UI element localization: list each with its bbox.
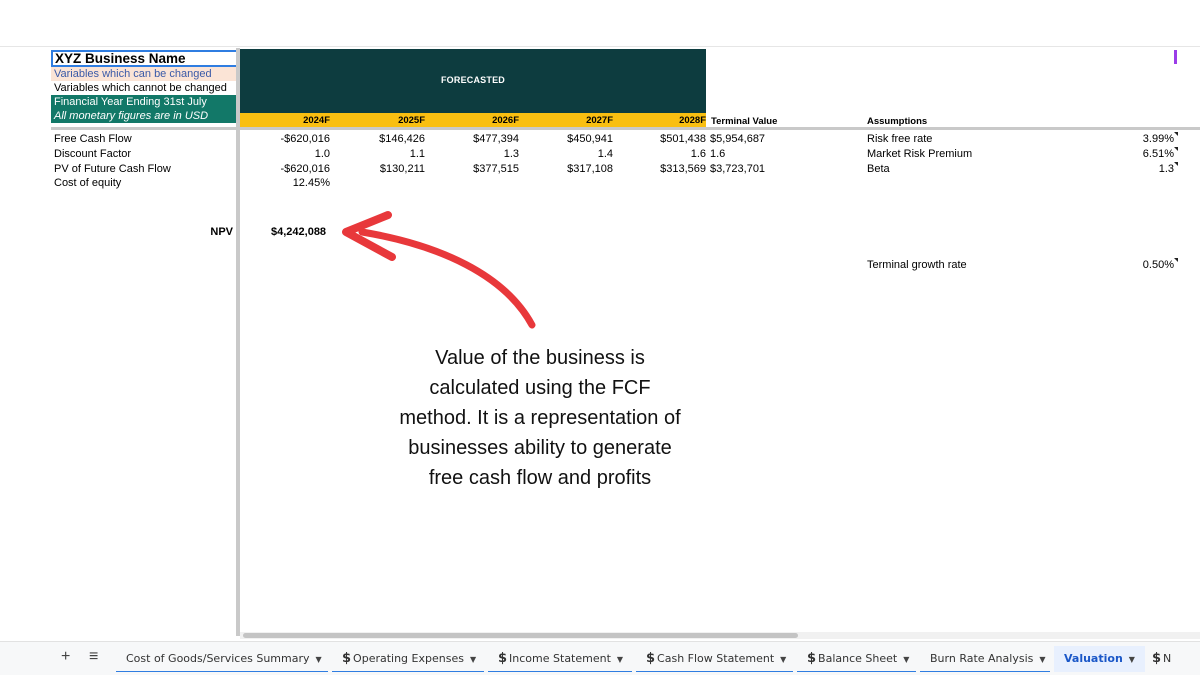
assumption-label[interactable]: Beta: [867, 163, 890, 176]
fcf-value[interactable]: $450,941: [523, 133, 613, 146]
tab-color-underline: [332, 671, 484, 672]
pv-value[interactable]: $313,569: [616, 163, 706, 176]
legend-block: XYZ Business Name Variables which can be…: [51, 50, 239, 123]
caret-down-icon: ▼: [469, 655, 477, 664]
year-header[interactable]: 2028F: [626, 114, 706, 127]
fcf-value[interactable]: $146,426: [335, 133, 425, 146]
cost-of-equity-value[interactable]: 12.45%: [240, 177, 330, 190]
collaborator-cursor: [1174, 50, 1177, 64]
npv-label[interactable]: NPV: [140, 226, 233, 239]
dollar-icon: $: [498, 651, 508, 666]
tab-cost-of-goods[interactable]: Cost of Goods/Services Summary ▼: [116, 646, 332, 672]
assumption-value[interactable]: 1.3: [1090, 163, 1174, 176]
assumption-label[interactable]: Terminal growth rate: [867, 259, 967, 272]
tab-label: Cost of Goods/Services Summary: [126, 652, 310, 665]
caret-down-icon: ▼: [780, 655, 787, 664]
caret-down-icon: ▼: [315, 655, 322, 664]
frozen-row-divider[interactable]: [51, 127, 1200, 130]
comment-marker: [1174, 258, 1178, 262]
discount-value[interactable]: 1.1: [335, 148, 425, 161]
dollar-icon: $: [1152, 651, 1162, 666]
legend-currency[interactable]: All monetary figures are in USD: [51, 109, 239, 123]
discount-value[interactable]: 1.0: [240, 148, 330, 161]
tab-label: Operating Expenses: [353, 652, 464, 665]
tab-burn-rate-analysis[interactable]: Burn Rate Analysis ▼: [920, 646, 1056, 672]
row-label-cost-of-equity[interactable]: Cost of equity: [54, 177, 121, 190]
tab-label: N: [1163, 652, 1172, 665]
pv-terminal[interactable]: $3,723,701: [710, 163, 765, 176]
caret-down-icon: ▼: [903, 655, 910, 664]
horizontal-scroll-thumb[interactable]: [243, 633, 798, 638]
discount-terminal[interactable]: 1.6: [710, 148, 725, 161]
tab-color-underline: [636, 671, 793, 672]
year-header[interactable]: 2027F: [533, 114, 613, 127]
year-header[interactable]: 2025F: [345, 114, 425, 127]
fcf-value[interactable]: $501,438: [616, 133, 706, 146]
dollar-icon: $: [342, 651, 352, 666]
pv-value[interactable]: $377,515: [429, 163, 519, 176]
assumption-value[interactable]: 0.50%: [1090, 259, 1174, 272]
row-label-pv[interactable]: PV of Future Cash Flow: [54, 163, 171, 176]
add-sheet-button[interactable]: +: [61, 648, 70, 666]
dollar-icon: $: [646, 651, 656, 666]
dollar-icon: $: [807, 651, 817, 666]
row-label-discount[interactable]: Discount Factor: [54, 148, 131, 161]
caret-down-icon: ▼: [1039, 655, 1046, 664]
terminal-value-header[interactable]: Terminal Value: [711, 115, 777, 128]
legend-changeable[interactable]: Variables which can be changed: [51, 67, 239, 81]
tab-label: Cash Flow Statement: [657, 652, 775, 665]
tab-cash-flow-statement[interactable]: $ Cash Flow Statement ▼: [636, 646, 796, 672]
discount-value[interactable]: 1.6: [616, 148, 706, 161]
tab-label: Burn Rate Analysis: [930, 652, 1034, 665]
discount-value[interactable]: 1.3: [429, 148, 519, 161]
legend-fixed[interactable]: Variables which cannot be changed: [51, 81, 239, 95]
fcf-value[interactable]: -$620,016: [240, 133, 330, 146]
all-sheets-menu-icon[interactable]: ≡: [89, 648, 98, 666]
tab-label: Income Statement: [509, 652, 611, 665]
tab-color-underline: [116, 671, 328, 672]
assumptions-header[interactable]: Assumptions: [867, 115, 927, 128]
caret-down-icon: ▼: [616, 655, 624, 664]
assumption-label[interactable]: Market Risk Premium: [867, 148, 972, 161]
tab-next-sheet[interactable]: $ N: [1142, 646, 1200, 672]
assumption-value[interactable]: 3.99%: [1090, 133, 1174, 146]
comment-markers: [1174, 132, 1178, 166]
curved-arrow-icon: [342, 211, 536, 329]
pv-value[interactable]: $130,211: [335, 163, 425, 176]
column-header-strip: [0, 46, 1200, 47]
tab-income-statement[interactable]: $ Income Statement ▼: [488, 646, 633, 672]
fcf-value[interactable]: $477,394: [429, 133, 519, 146]
forecast-label: FORECASTED: [440, 75, 505, 85]
year-header[interactable]: 2026F: [439, 114, 519, 127]
fcf-terminal[interactable]: $5,954,687: [710, 133, 765, 146]
caret-down-icon: ▼: [1128, 655, 1135, 664]
tab-color-underline: [920, 671, 1050, 672]
business-name-cell[interactable]: XYZ Business Name: [51, 50, 239, 67]
tab-label: Balance Sheet: [818, 652, 898, 665]
assumption-value[interactable]: 6.51%: [1090, 148, 1174, 161]
tab-label: Valuation: [1064, 652, 1123, 665]
pv-value[interactable]: -$620,016: [240, 163, 330, 176]
npv-value[interactable]: $4,242,088: [271, 226, 326, 239]
tab-balance-sheet[interactable]: $ Balance Sheet ▼: [797, 646, 919, 672]
tab-valuation[interactable]: Valuation ▼: [1054, 646, 1145, 672]
tab-color-underline: [488, 671, 632, 672]
year-header[interactable]: 2024F: [250, 114, 330, 127]
discount-value[interactable]: 1.4: [523, 148, 613, 161]
annotation-text: Value of the business is calculated usin…: [399, 347, 681, 489]
legend-financial-year[interactable]: Financial Year Ending 31st July: [51, 95, 239, 109]
tab-color-underline: [797, 671, 916, 672]
tab-operating-expenses[interactable]: $ Operating Expenses ▼: [332, 646, 486, 672]
assumption-label[interactable]: Risk free rate: [867, 133, 932, 146]
row-label-fcf[interactable]: Free Cash Flow: [54, 133, 132, 146]
pv-value[interactable]: $317,108: [523, 163, 613, 176]
